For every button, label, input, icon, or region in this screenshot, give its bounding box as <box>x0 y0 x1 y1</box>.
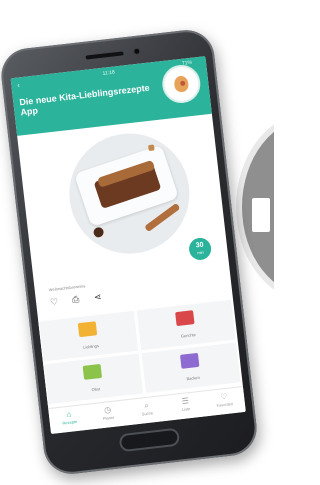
kita-logo-icon <box>160 62 203 106</box>
nav-item-liste[interactable]: ☰ Liste <box>166 394 206 414</box>
nav-item-rezepte[interactable]: ⌂ Rezepte <box>50 408 90 428</box>
recipe-photo[interactable] <box>62 127 196 260</box>
nav-item-suche[interactable]: ⌕ Suche <box>127 399 167 419</box>
crumb <box>148 144 155 152</box>
time-badge: 30 min <box>187 236 213 262</box>
category-label: Obst <box>91 386 101 393</box>
heart-icon[interactable]: ♡ <box>50 296 59 307</box>
category-label: Backen <box>186 374 201 382</box>
status-time: 11:18 <box>102 69 116 77</box>
share-icon[interactable]: ⋖ <box>93 291 102 302</box>
phone: ‹ 11:18 71% Die neue Kita-Lieblingsrezep… <box>0 27 260 477</box>
cookie <box>93 226 105 238</box>
scene: ‹ 11:18 71% Die neue Kita-Lieblingsrezep… <box>0 0 274 485</box>
recipe-name: Weihnachtsbrownies <box>48 283 86 293</box>
background-glyph <box>252 198 270 232</box>
phone-screen: ‹ 11:18 71% Die neue Kita-Lieblingsrezep… <box>10 56 246 434</box>
category-icon <box>179 352 200 369</box>
category-icon <box>77 321 98 338</box>
app-title: Die neue Kita-Lieblingsrezepte App <box>18 82 151 118</box>
action-row: ♡ ⎙ ⋖ <box>50 288 131 309</box>
category-icon <box>175 310 195 327</box>
printer-icon[interactable]: ⎙ <box>71 294 79 305</box>
nav-item-planer[interactable]: ◷ Planer <box>88 403 128 423</box>
time-unit: min <box>197 249 204 256</box>
nav-item-favoriten[interactable]: ♡ Favoriten <box>205 390 245 410</box>
category-label: Lieblings <box>82 343 100 350</box>
category-icon <box>82 363 103 380</box>
back-arrow-icon[interactable]: ‹ <box>17 82 20 89</box>
category-label: Gerichte <box>180 331 197 339</box>
